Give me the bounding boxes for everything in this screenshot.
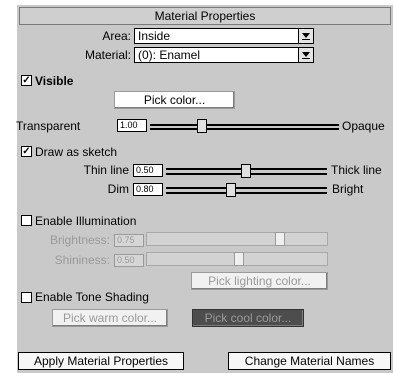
thick-line-label: Thick line [331, 163, 382, 177]
pick-warm-color-button: Pick warm color... [52, 309, 168, 327]
shininess-label: Shininess: [54, 253, 110, 267]
bright-label: Bright [332, 182, 364, 196]
material-properties-panel: Material Properties Area: Inside Materia… [16, 5, 393, 373]
opaque-label: Opaque [342, 119, 385, 133]
check-mark-icon: ✓ [22, 146, 31, 157]
illumination-brightness-value: 0.75 [114, 234, 144, 247]
brightness-slider-thumb[interactable] [226, 183, 236, 197]
pick-lighting-color-button: Pick lighting color... [191, 272, 328, 290]
line-width-slider-thumb[interactable] [241, 164, 251, 178]
enable-tone-shading-checkbox[interactable] [21, 292, 32, 303]
transparency-slider-thumb[interactable] [197, 119, 207, 133]
change-material-names-button[interactable]: Change Material Names [228, 352, 391, 370]
brightness-slider-track[interactable] [166, 187, 327, 189]
thin-line-label: Thin line [83, 163, 129, 177]
pick-cool-color-button: Pick cool color... [192, 309, 304, 327]
shininess-value: 0.50 [114, 254, 144, 267]
transparent-label: Transparent [16, 119, 81, 133]
draw-as-sketch-checkbox[interactable]: ✓ [21, 146, 32, 157]
check-mark-icon: ✓ [22, 75, 31, 86]
shininess-thumb [234, 252, 244, 266]
material-value: (0): Enamel [138, 48, 201, 62]
visible-checkbox[interactable]: ✓ [21, 75, 32, 86]
chevron-down-icon[interactable] [298, 29, 313, 43]
panel-title: Material Properties [19, 7, 391, 25]
transparency-slider-track-lower [150, 128, 339, 130]
draw-as-sketch-label: Draw as sketch [35, 145, 118, 159]
area-dropdown[interactable]: Inside [134, 28, 314, 44]
enable-tone-shading-label: Enable Tone Shading [35, 290, 149, 304]
thin-line-value[interactable]: 0.50 [133, 164, 163, 177]
apply-material-properties-button[interactable]: Apply Material Properties [18, 352, 184, 370]
transparency-slider-track[interactable] [150, 124, 339, 126]
brightness-slider-track-lower [166, 192, 327, 194]
material-label: Material: [84, 48, 131, 62]
enable-illumination-checkbox[interactable] [21, 215, 32, 226]
area-label: Area: [102, 29, 131, 43]
dim-value[interactable]: 0.80 [133, 183, 163, 196]
visible-label: Visible [35, 74, 74, 88]
pick-color-button[interactable]: Pick color... [114, 91, 235, 109]
transparency-value[interactable]: 1.00 [117, 119, 147, 132]
illumination-brightness-slider [146, 232, 328, 246]
illumination-brightness-thumb [275, 232, 285, 246]
dim-label: Dim [107, 182, 129, 196]
enable-illumination-label: Enable Illumination [35, 214, 137, 228]
illumination-brightness-label: Brightness: [49, 233, 110, 247]
area-value: Inside [138, 29, 171, 43]
chevron-down-icon[interactable] [298, 48, 313, 62]
material-dropdown[interactable]: (0): Enamel [134, 47, 314, 63]
